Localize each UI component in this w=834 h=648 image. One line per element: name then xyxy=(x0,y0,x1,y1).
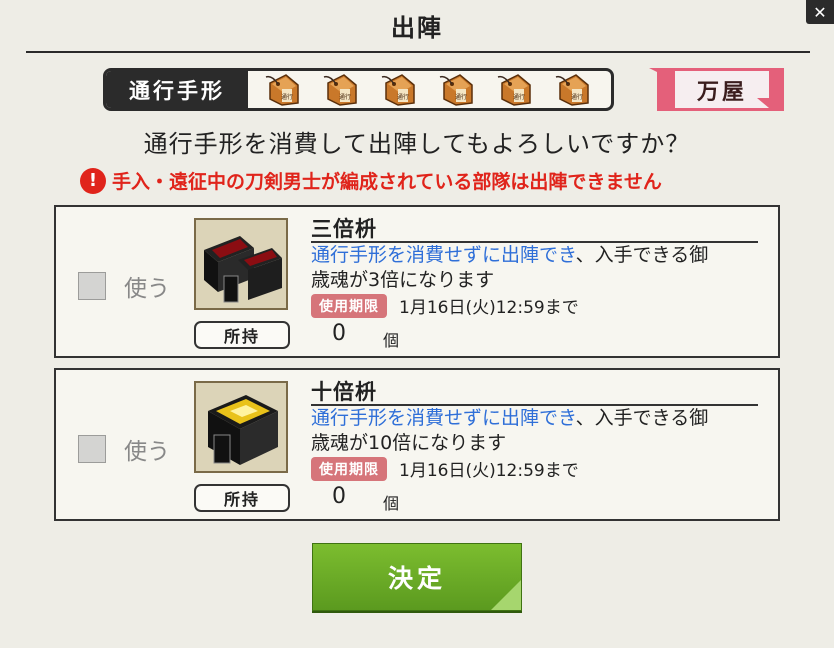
item-name: 十倍枡 xyxy=(311,376,758,406)
close-button[interactable]: ✕ xyxy=(806,0,834,24)
expiry-date: 1月16日(火)12:59まで xyxy=(399,461,579,481)
confirm-button[interactable]: 決定 xyxy=(312,543,522,611)
pass-tag-text: 通行 xyxy=(339,93,351,101)
owned-count: 0 xyxy=(332,321,346,346)
pass-tag-text: 通行 xyxy=(571,93,583,101)
shop-label: 万屋 xyxy=(696,79,747,105)
wooden-pass-tag-icon: 通行 xyxy=(323,73,357,106)
warning-message: ! 手入・遠征中の刀剣男士が編成されている部隊は出陣できません xyxy=(80,167,662,194)
use-toggle[interactable]: 使う xyxy=(78,432,170,466)
description-rest: 、入手できる御 xyxy=(575,407,709,429)
expiry-badge: 使用期限 xyxy=(311,293,387,318)
item-card-sanbaimasu: 使う 所持 0 個 三倍枡 通行手形を消費せずに出陣でき、入手できる御 歳魂が3… xyxy=(54,205,780,358)
description-highlight: 通行手形を消費せずに出陣でき xyxy=(311,407,576,429)
pass-tag-text: 通行 xyxy=(513,93,525,101)
red-masu-box-icon xyxy=(194,218,288,310)
wooden-pass-tag-icon: 通行 xyxy=(265,73,299,106)
confirm-label: 決定 xyxy=(387,564,446,593)
page-title: 出陣 xyxy=(391,13,443,42)
warning-text: 手入・遠征中の刀剣男士が編成されている部隊は出陣できません xyxy=(112,171,662,193)
pass-label: 通行手形 xyxy=(106,71,248,108)
gold-masu-box-icon xyxy=(194,381,288,473)
description-rest: 、入手できる御 xyxy=(575,244,709,266)
confirm-prompt: 通行手形を消費して出陣してもよろしいですか？ xyxy=(143,130,691,158)
pass-tag-text: 通行 xyxy=(455,93,467,101)
expiry-row: 使用期限 1月16日(火)12:59まで xyxy=(311,293,579,318)
pass-tag-text: 通行 xyxy=(281,93,293,101)
expiry-date: 1月16日(火)12:59まで xyxy=(399,298,579,318)
pass-tag-text: 通行 xyxy=(397,93,409,101)
item-description: 通行手形を消費せずに出陣でき、入手できる御 歳魂が10倍になります xyxy=(311,406,761,456)
owned-label: 所持 xyxy=(194,321,290,349)
use-label: 使う xyxy=(124,439,170,465)
shop-button[interactable]: 万屋 xyxy=(649,68,784,111)
use-toggle[interactable]: 使う xyxy=(78,269,170,303)
count-unit: 個 xyxy=(383,331,400,350)
exclamation-icon: ! xyxy=(80,167,106,194)
use-label: 使う xyxy=(124,276,170,302)
description-line2: 歳魂が3倍になります xyxy=(311,269,495,291)
item-card-jubaimasu: 使う 所持 0 個 十倍枡 通行手形を消費せずに出陣でき、入手できる御 歳魂が1… xyxy=(54,368,780,521)
wooden-pass-tag-icon: 通行 xyxy=(381,73,415,106)
item-description: 通行手形を消費せずに出陣でき、入手できる御 歳魂が3倍になります xyxy=(311,243,761,293)
expiry-row: 使用期限 1月16日(火)12:59まで xyxy=(311,456,579,481)
use-checkbox[interactable] xyxy=(78,435,106,463)
expiry-badge: 使用期限 xyxy=(311,456,387,481)
title-divider xyxy=(26,51,810,53)
item-name: 三倍枡 xyxy=(311,213,758,243)
wooden-pass-tag-icon: 通行 xyxy=(497,73,531,106)
wooden-pass-tag-icon: 通行 xyxy=(555,73,589,106)
count-unit: 個 xyxy=(383,494,400,513)
description-line2: 歳魂が10倍になります xyxy=(311,432,507,454)
use-checkbox[interactable] xyxy=(78,272,106,300)
description-highlight: 通行手形を消費せずに出陣でき xyxy=(311,244,576,266)
pass-icons: 通行 通行 通行 通行 通行 通行 xyxy=(264,73,592,107)
owned-label: 所持 xyxy=(194,484,290,512)
pass-inventory-bar: 通行手形 通行 通行 通行 通行 通行 通行 xyxy=(103,68,614,111)
owned-count: 0 xyxy=(332,484,346,509)
wooden-pass-tag-icon: 通行 xyxy=(439,73,473,106)
confirm-corner-decoration xyxy=(491,580,521,610)
